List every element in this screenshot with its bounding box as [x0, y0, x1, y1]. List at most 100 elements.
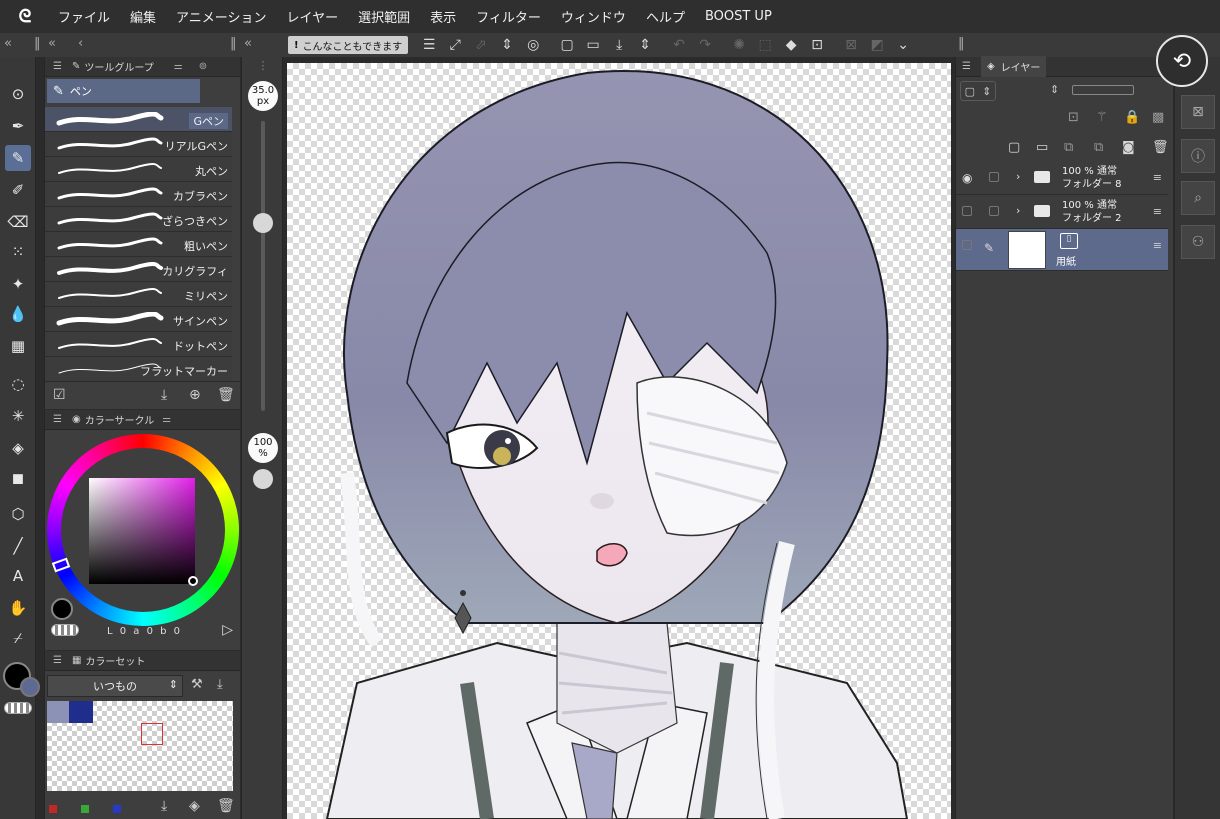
layer-row[interactable]: ◉ › 100 % 通常 フォルダー 8 ≡ — [956, 161, 1168, 195]
brush-item[interactable]: ミリペン — [45, 282, 232, 307]
invert-selection-icon[interactable]: ◩ — [864, 37, 890, 53]
transfer-icon[interactable]: ⧉ — [1064, 140, 1073, 155]
menu-window[interactable]: ウィンドウ — [561, 7, 626, 26]
wrench-icon[interactable]: ⚒ — [191, 677, 203, 692]
drag-handle-icon[interactable]: ≡ — [1153, 205, 1162, 218]
new-layer-icon[interactable]: ▢ — [1008, 140, 1020, 155]
brush-item[interactable]: フラットマーカー — [45, 357, 232, 382]
magic-wand-icon[interactable]: ✳ — [5, 403, 31, 429]
import-icon[interactable]: ⤓ — [217, 677, 223, 692]
opacity-track[interactable] — [261, 487, 265, 765]
dock-info-icon[interactable]: ⓘ — [1181, 139, 1215, 173]
app-logo-icon[interactable]: ᘓ — [14, 6, 36, 28]
menu-layer[interactable]: レイヤー — [287, 7, 339, 26]
menu-selection[interactable]: 選択範囲 — [358, 7, 410, 26]
merge-icon[interactable]: ⧉ — [1094, 140, 1103, 155]
drag-handle-icon[interactable]: ≡ — [1153, 239, 1162, 252]
collapse-left-icon[interactable]: « — [48, 36, 56, 51]
select-area-icon[interactable]: ⬚ — [752, 37, 778, 53]
brush-size-track[interactable] — [261, 121, 265, 411]
pen-tool-active-icon[interactable]: ✎ — [5, 145, 31, 171]
lock-icon[interactable]: 🔒 — [1124, 110, 1140, 125]
link-icon[interactable]: ⊚ — [199, 61, 207, 72]
rotate-view-icon[interactable]: ◎ — [520, 37, 546, 53]
transparent-swatch[interactable] — [51, 624, 79, 636]
drag-handle-icon[interactable]: ≡ — [1153, 171, 1162, 184]
sv-handle[interactable] — [188, 576, 198, 586]
current-color-swatch[interactable] — [51, 598, 73, 620]
blend-tool-icon[interactable]: 💧 — [5, 301, 31, 327]
open-folder-icon[interactable]: ▭ — [580, 37, 606, 53]
grid-tool-icon[interactable]: ▦ — [5, 333, 31, 359]
collapse-left-icon[interactable]: « — [4, 36, 12, 51]
clear-icon[interactable]: ✺ — [726, 37, 752, 53]
brush-item[interactable]: 粗いペン — [45, 232, 232, 257]
brush-item[interactable]: ざらつきペン — [45, 207, 232, 232]
fit-canvas-icon[interactable]: ⤢ — [442, 37, 468, 53]
brush-item[interactable]: サインペン — [45, 307, 232, 332]
add-swatch-icon[interactable]: ⤓ — [161, 798, 167, 814]
chevron-left-icon[interactable]: ‹ — [78, 36, 83, 51]
settings-slider-icon[interactable]: ⚌ — [174, 61, 183, 72]
panel-menu-icon[interactable]: ☰ — [53, 414, 62, 425]
sync-icon[interactable]: ⟲ — [1156, 35, 1208, 87]
layer-row[interactable]: › 100 % 通常 フォルダー 2 ≡ — [956, 195, 1168, 229]
undo-icon[interactable]: ↶ — [666, 37, 692, 53]
canvas[interactable] — [287, 63, 951, 819]
color-swatch[interactable] — [47, 701, 69, 723]
menu-view[interactable]: 表示 — [430, 7, 456, 26]
transform-icon[interactable]: ⬀ — [468, 37, 494, 53]
decoration-tool-icon[interactable]: ✦ — [5, 271, 31, 297]
blend-mode-select[interactable]: ▢ ⇕ — [960, 81, 996, 101]
settings-icon[interactable]: ☑ — [53, 387, 66, 403]
deselect-icon[interactable]: ⊠ — [838, 37, 864, 53]
pen-tool-icon[interactable]: ✒ — [5, 113, 31, 139]
panel-menu-icon[interactable]: ☰ — [962, 61, 971, 72]
brush-item[interactable]: リアルGペン — [45, 132, 232, 157]
layer-row-paper[interactable]: ✎ ▯ 用紙 ≡ — [956, 229, 1168, 271]
crop-icon[interactable]: ⊡ — [804, 37, 830, 53]
opacity-chevron-icon[interactable]: ⇕ — [1050, 83, 1059, 96]
trash-icon[interactable]: 🗑 — [1152, 140, 1169, 155]
panel-menu-icon[interactable]: ☰ — [53, 655, 62, 666]
chevron-right-icon[interactable]: › — [1016, 170, 1020, 183]
lasso-tool-icon[interactable]: ◌ — [5, 371, 31, 397]
eyedropper-tool-icon[interactable]: ⌿ — [5, 625, 31, 651]
menu-filter[interactable]: フィルター — [476, 7, 541, 26]
visibility-check[interactable] — [962, 240, 972, 250]
menu-help[interactable]: ヘルプ — [646, 7, 685, 26]
menu-edit[interactable]: 編集 — [130, 7, 156, 26]
brush-item[interactable]: カリグラフィ — [45, 257, 232, 282]
brush-item[interactable]: ドットペン — [45, 332, 232, 357]
color-set-select[interactable]: いつもの ⇕ — [47, 675, 183, 697]
add-color-icon[interactable]: ◈ — [189, 798, 200, 814]
trash-icon[interactable]: 🗑 — [217, 387, 235, 403]
layer-check[interactable] — [989, 206, 999, 216]
dock-figure-icon[interactable]: ⚇ — [1181, 225, 1215, 259]
layer-opacity-slider[interactable] — [1072, 85, 1134, 95]
sub-color-swatch[interactable] — [20, 677, 40, 697]
fill-icon[interactable]: ◆ — [778, 37, 804, 53]
menu-file[interactable]: ファイル — [58, 7, 110, 26]
brush-item[interactable]: Gペン — [45, 107, 232, 132]
fill-tool-icon[interactable]: ◈ — [5, 435, 31, 461]
pen-group-tab[interactable]: ✎ ペン — [47, 79, 200, 103]
chevron-down-icon[interactable]: ⌄ — [890, 37, 916, 53]
clip-icon[interactable]: ⊡ — [1068, 110, 1079, 125]
lock-transparency-icon[interactable]: ▩ — [1152, 110, 1164, 125]
eye-icon[interactable]: ◉ — [962, 171, 972, 185]
layer-check[interactable] — [989, 172, 999, 182]
menu-animation[interactable]: アニメーション — [176, 7, 266, 26]
panel-menu-icon[interactable]: ☰ — [53, 61, 62, 72]
figure-tool-icon[interactable]: ⬡ — [5, 501, 31, 527]
menu-boost-up[interactable]: BOOST UP — [705, 9, 772, 24]
slider-mode-icon[interactable]: ⚌ — [162, 414, 171, 425]
dock-search-icon[interactable]: ⌕ — [1181, 181, 1215, 215]
transparent-color-swatch[interactable] — [4, 702, 32, 714]
flip-icon[interactable]: ⇕ — [494, 37, 520, 53]
chevron-right-icon[interactable]: › — [1016, 204, 1020, 217]
brush-item[interactable]: カブラペン — [45, 182, 232, 207]
saturation-value-box[interactable] — [89, 478, 195, 584]
play-icon[interactable]: ▷ — [222, 622, 233, 638]
reference-icon[interactable]: ⚚ — [1096, 110, 1108, 125]
